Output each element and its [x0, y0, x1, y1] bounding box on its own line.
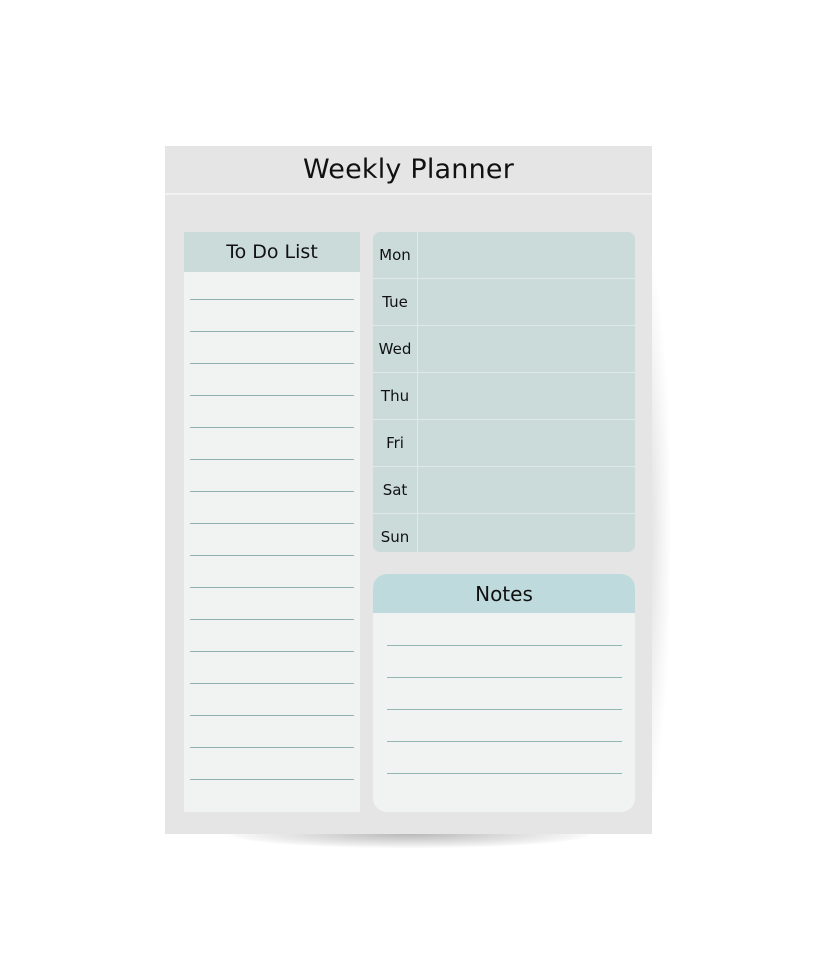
day-row: Fri [373, 420, 635, 467]
todo-line[interactable] [190, 491, 354, 492]
todo-line[interactable] [190, 299, 354, 300]
weekly-schedule: Mon Tue Wed Thu Fri Sat Sun [373, 232, 635, 552]
todo-line[interactable] [190, 555, 354, 556]
todo-line[interactable] [190, 619, 354, 620]
todo-line[interactable] [190, 459, 354, 460]
notes-line[interactable] [387, 741, 622, 742]
day-row: Thu [373, 373, 635, 420]
notes-line[interactable] [387, 677, 622, 678]
day-label: Thu [373, 373, 418, 419]
day-entry-field[interactable] [418, 373, 635, 419]
day-entry-field[interactable] [418, 326, 635, 372]
todo-line[interactable] [190, 683, 354, 684]
notes-line[interactable] [387, 645, 622, 646]
day-entry-field[interactable] [418, 420, 635, 466]
day-entry-field[interactable] [418, 279, 635, 325]
todo-line[interactable] [190, 715, 354, 716]
notes-line[interactable] [387, 709, 622, 710]
todo-line[interactable] [190, 651, 354, 652]
day-row: Sun [373, 514, 635, 552]
notes-panel: Notes [373, 574, 635, 812]
todo-line[interactable] [190, 363, 354, 364]
todo-line[interactable] [190, 747, 354, 748]
todo-line[interactable] [190, 331, 354, 332]
todo-line[interactable] [190, 523, 354, 524]
day-entry-field[interactable] [418, 467, 635, 513]
todo-line[interactable] [190, 587, 354, 588]
todo-list-panel: To Do List [184, 232, 360, 812]
day-label: Mon [373, 232, 418, 278]
title-bar: Weekly Planner [165, 146, 652, 195]
day-entry-field[interactable] [418, 514, 635, 552]
todo-line[interactable] [190, 427, 354, 428]
day-entry-field[interactable] [418, 232, 635, 278]
notes-heading: Notes [373, 574, 635, 613]
day-row: Tue [373, 279, 635, 326]
todo-list-heading: To Do List [184, 232, 360, 272]
planner-sheet: Weekly Planner To Do List Mon Tue Wed Thu Fr… [165, 146, 652, 834]
day-label: Fri [373, 420, 418, 466]
day-label: Tue [373, 279, 418, 325]
notes-line[interactable] [387, 773, 622, 774]
day-row: Sat [373, 467, 635, 514]
day-label: Sat [373, 467, 418, 513]
todo-line[interactable] [190, 395, 354, 396]
todo-line[interactable] [190, 779, 354, 780]
day-label: Wed [373, 326, 418, 372]
day-row: Wed [373, 326, 635, 373]
day-label: Sun [373, 514, 418, 552]
day-row: Mon [373, 232, 635, 279]
page-title: Weekly Planner [302, 154, 515, 185]
